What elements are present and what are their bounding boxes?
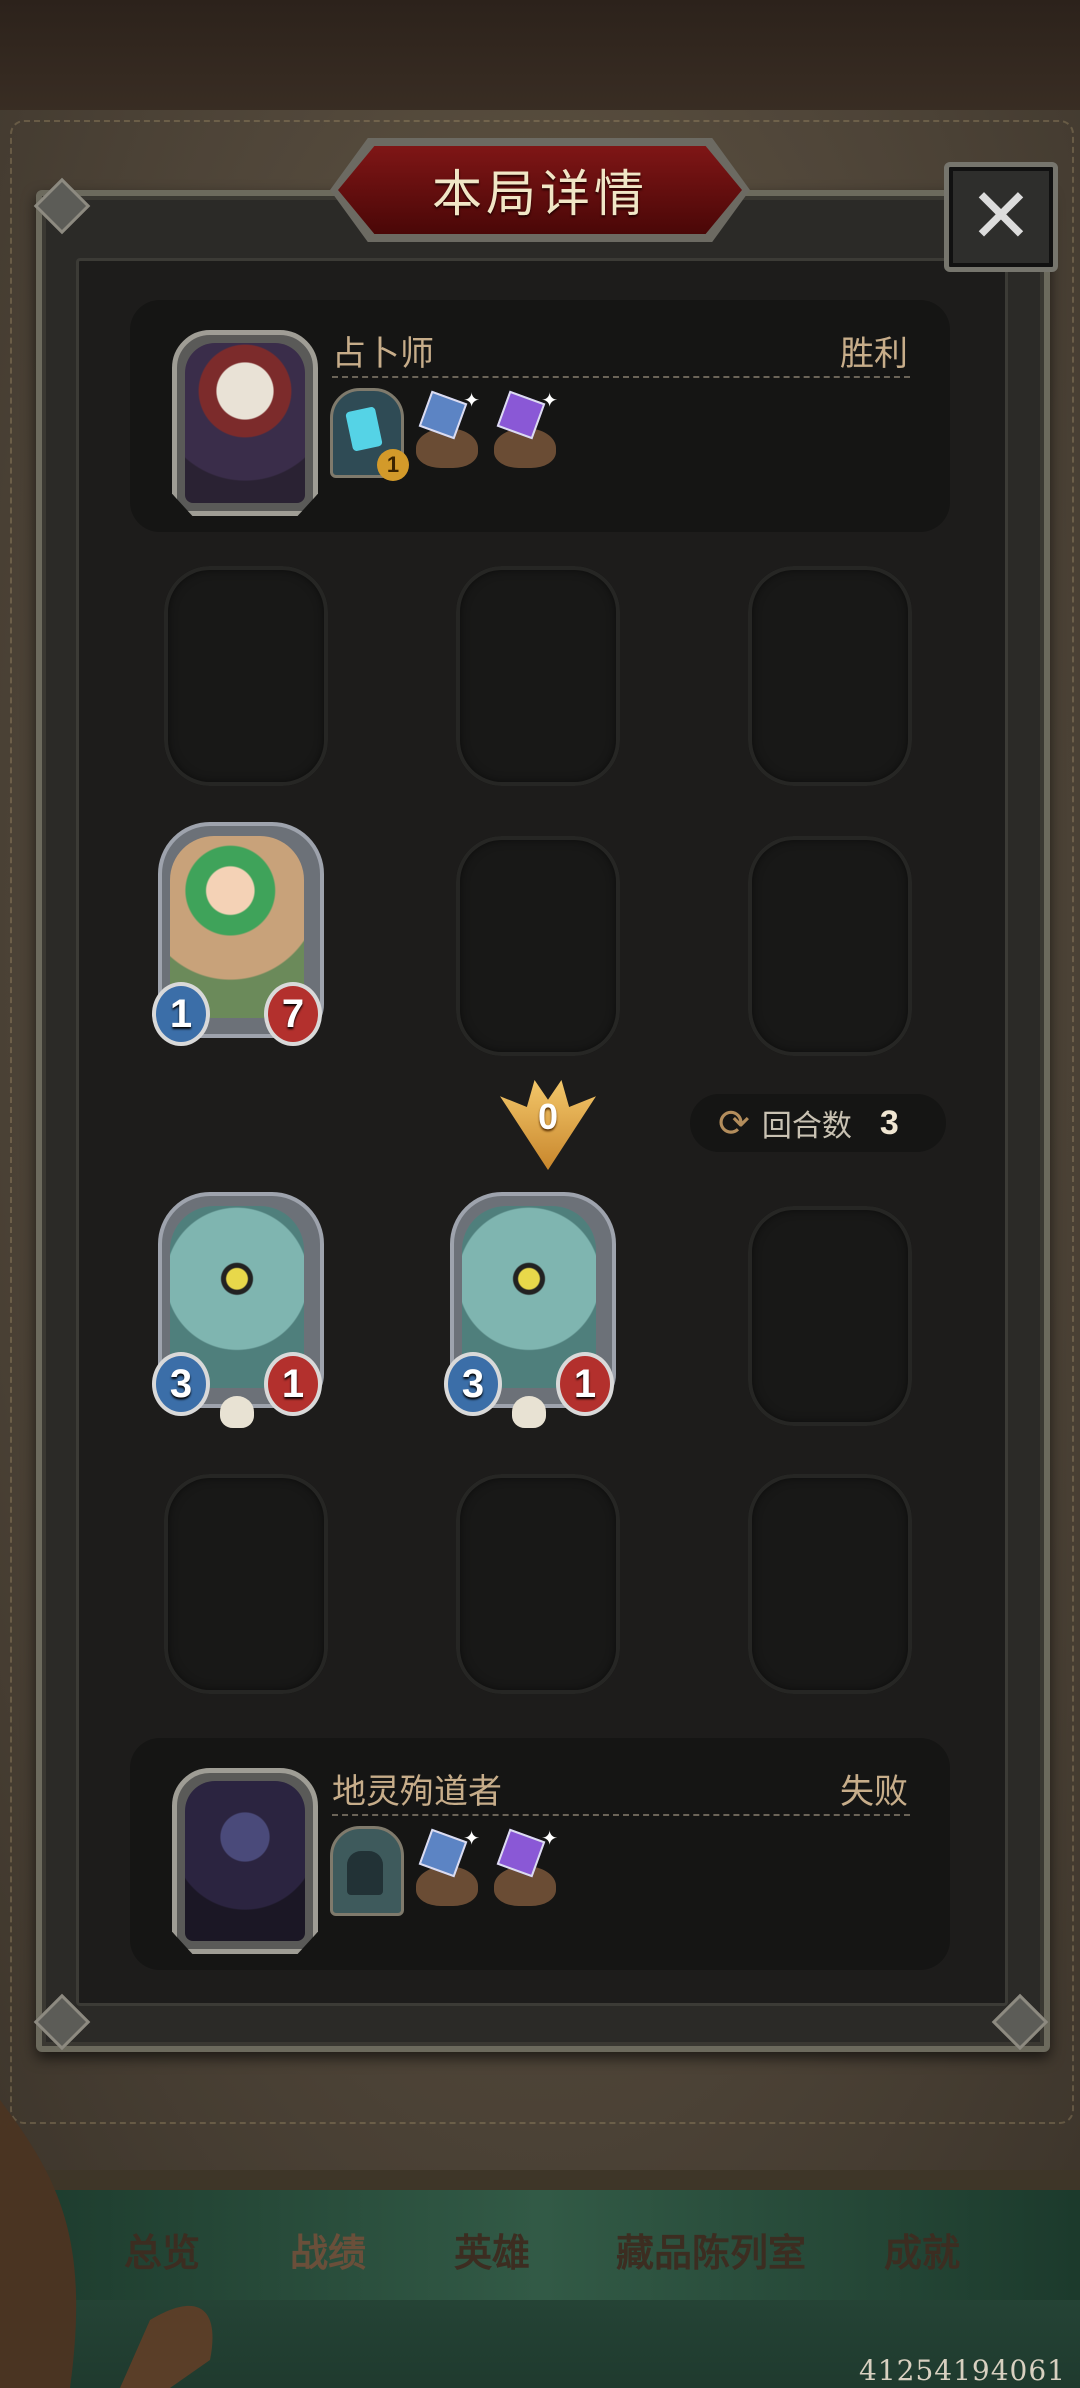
scroll-decoration <box>0 2100 213 2388</box>
earth-spirit-martyr-hero-portrait[interactable] <box>172 1768 318 1954</box>
board-slot-empty <box>164 566 328 786</box>
turn-counter-badge: ⟳ 回合数 3 <box>690 1094 946 1152</box>
top-player-result: 胜利 <box>840 335 908 373</box>
top-player-panel: 占卜师 胜利 1 ✦ ✦ <box>130 300 950 532</box>
turn-counter-label: 回合数 <box>761 1110 852 1143</box>
close-button[interactable]: ✕ <box>944 162 1058 272</box>
board-slot-empty <box>748 836 912 1056</box>
fortune-teller-hero-portrait[interactable] <box>172 330 318 516</box>
goblin-minion-card[interactable]: 3 1 <box>152 1192 324 1428</box>
bottom-player-panel: 地灵殉道者 失败 ✦ ✦ <box>130 1738 950 1970</box>
fairy-minion-card[interactable]: 1 7 <box>152 822 324 1048</box>
minion-health: 1 <box>556 1352 614 1416</box>
purple-gem-pouch-icon[interactable]: ✦ <box>490 388 560 472</box>
minion-attack: 3 <box>444 1352 502 1416</box>
top-background <box>0 0 1080 120</box>
minion-attack: 1 <box>152 982 210 1046</box>
blue-gem-pouch-icon[interactable]: ✦ <box>412 388 482 472</box>
tab-collection-gallery[interactable]: 藏品陈列室 <box>616 2222 806 2275</box>
trinket-icon[interactable] <box>330 1826 404 1916</box>
tab-achievements[interactable]: 成就 <box>884 2222 960 2275</box>
bottom-player-name: 地灵殉道者 <box>332 1773 502 1811</box>
trinket-art <box>347 1851 383 1895</box>
refresh-icon: ⟳ <box>718 1102 750 1145</box>
board-slot-empty <box>456 1474 620 1694</box>
tab-records[interactable]: 战绩 <box>290 2222 366 2275</box>
bottom-player-result: 失败 <box>840 1773 908 1811</box>
trinket-level-badge: 1 <box>377 449 409 481</box>
minion-attack: 3 <box>152 1352 210 1416</box>
top-player-name: 占卜师 <box>332 335 434 373</box>
board-slot-empty <box>456 836 620 1056</box>
purple-gem-pouch-icon[interactable]: ✦ <box>490 1826 560 1910</box>
close-icon: ✕ <box>969 174 1033 259</box>
card-icon <box>345 406 383 452</box>
dialog-title-plate: 本局详情 <box>330 138 750 242</box>
deathrattle-skull-icon <box>220 1396 254 1428</box>
divider <box>332 1814 910 1816</box>
board-slot-empty <box>748 1474 912 1694</box>
board-slot-empty <box>456 566 620 786</box>
tab-heroes[interactable]: 英雄 <box>454 2222 530 2275</box>
minion-health: 1 <box>264 1352 322 1416</box>
turn-counter-value: 3 <box>879 1103 899 1142</box>
minion-health: 7 <box>264 982 322 1046</box>
attack-order-value: 0 <box>537 1096 559 1137</box>
attack-order-marker: 0 <box>500 1080 596 1170</box>
deathrattle-skull-icon <box>512 1396 546 1428</box>
goblin-minion-card[interactable]: 3 1 <box>444 1192 616 1428</box>
blue-gem-pouch-icon[interactable]: ✦ <box>412 1826 482 1910</box>
card-trinket-icon[interactable]: 1 <box>330 388 409 481</box>
dialog-title: 本局详情 <box>432 166 648 222</box>
board-slot-empty <box>164 1474 328 1694</box>
divider <box>332 376 910 378</box>
user-id: 41254194061 <box>859 2354 1066 2387</box>
board-slot-empty <box>748 1206 912 1426</box>
board-slot-empty <box>748 566 912 786</box>
